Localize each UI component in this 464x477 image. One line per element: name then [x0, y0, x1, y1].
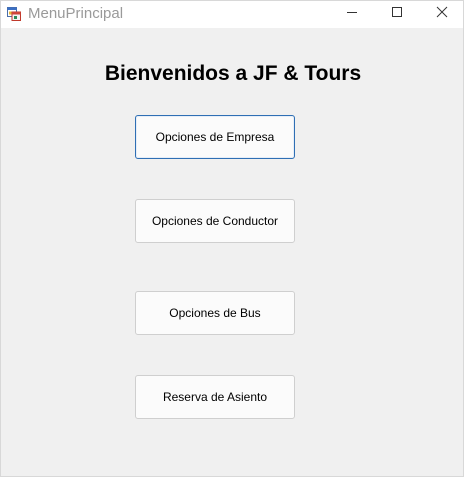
form-client-area: Bienvenidos a JF & Tours Opciones de Emp…	[1, 28, 463, 476]
driver-options-button[interactable]: Opciones de Conductor	[135, 199, 295, 243]
winforms-app-icon	[7, 7, 21, 21]
minimize-button[interactable]	[329, 1, 375, 27]
main-window: MenuPrincipal Bienvenidos a JF & Tours O…	[0, 0, 464, 477]
minimize-icon	[346, 5, 358, 23]
seat-reservation-button[interactable]: Reserva de Asiento	[135, 375, 295, 419]
welcome-heading: Bienvenidos a JF & Tours	[104, 62, 362, 85]
close-icon	[436, 5, 448, 23]
maximize-button[interactable]	[374, 1, 420, 27]
close-button[interactable]	[419, 1, 463, 27]
title-bar[interactable]: MenuPrincipal	[1, 1, 463, 28]
maximize-icon	[391, 5, 403, 23]
window-title: MenuPrincipal	[28, 5, 124, 22]
bus-options-button[interactable]: Opciones de Bus	[135, 291, 295, 335]
company-options-button[interactable]: Opciones de Empresa	[135, 115, 295, 159]
